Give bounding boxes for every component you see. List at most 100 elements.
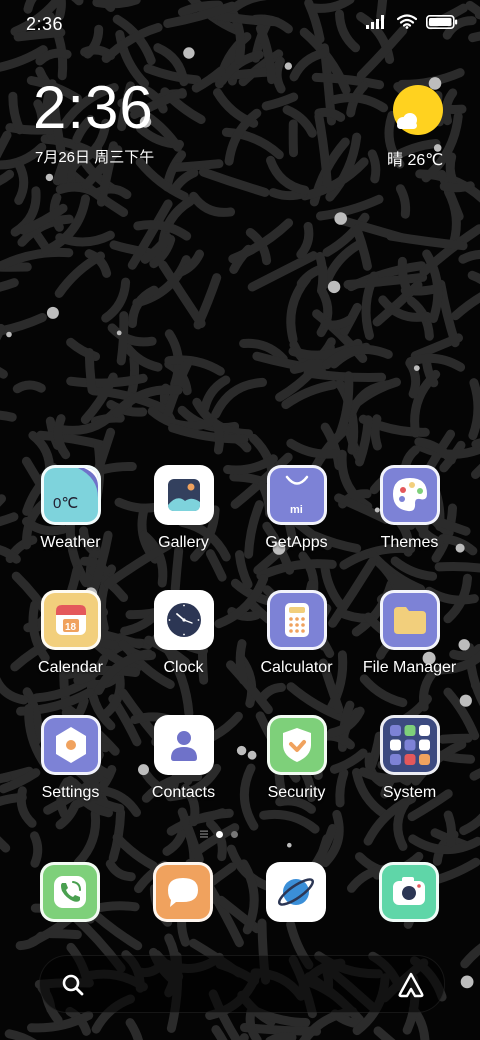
- wallpaper-squiggle: [30, 831, 43, 868]
- wallpaper-squiggle: [23, 0, 37, 14]
- app-label-gallery: Gallery: [158, 534, 209, 551]
- wallpaper-squiggle: [205, 549, 227, 582]
- search-icon[interactable]: [60, 972, 86, 998]
- wallpaper-squiggle: [451, 292, 480, 321]
- page-dot: [231, 830, 238, 838]
- app-label-file-manager: File Manager: [362, 659, 457, 676]
- contacts-icon: [153, 715, 214, 775]
- weather-sun-icon[interactable]: [392, 84, 444, 136]
- app-getapps[interactable]: mi GetApps: [240, 465, 353, 552]
- app-label-calculator: Calculator: [260, 659, 333, 676]
- clock-widget-time[interactable]: 2:36: [33, 72, 154, 144]
- wallpaper-squiggle: [315, 251, 328, 296]
- dock-camera[interactable]: [379, 862, 439, 922]
- wallpaper-squiggle: [335, 9, 361, 53]
- app-calculator[interactable]: Calculator: [240, 590, 353, 677]
- wallpaper-squiggle: [330, 93, 389, 113]
- wallpaper-squiggle: [45, 929, 82, 940]
- app-file-manager[interactable]: File Manager: [353, 590, 466, 677]
- wallpaper-squiggle: [359, 674, 408, 708]
- wallpaper-squiggle: [84, 348, 97, 395]
- calendar-icon-day: 18: [65, 622, 77, 633]
- wallpaper-dot: [287, 842, 292, 848]
- wallpaper-squiggle: [14, 160, 29, 205]
- app-weather[interactable]: 0℃ Weather: [14, 465, 127, 552]
- wallpaper-squiggle: [320, 315, 355, 330]
- browser-icon: [266, 862, 326, 922]
- wallpaper-squiggle: [169, 168, 199, 195]
- wallpaper-squiggle: [0, 278, 19, 292]
- wallpaper-squiggle: [235, 550, 253, 589]
- app-security[interactable]: Security: [240, 715, 353, 802]
- dock-messages[interactable]: [153, 862, 213, 922]
- wallpaper-dot: [45, 173, 54, 182]
- wallpaper-dot: [413, 365, 420, 371]
- wallpaper-squiggle: [460, 943, 480, 969]
- wallpaper-squiggle: [0, 247, 74, 270]
- wallpaper-squiggle: [170, 159, 224, 172]
- wallpaper-dot: [46, 306, 59, 319]
- wallpaper-squiggle: [12, 380, 46, 394]
- wallpaper-squiggle: [355, 415, 373, 467]
- phone-icon: [40, 862, 100, 922]
- wallpaper-squiggle: [229, 244, 253, 274]
- app-clock[interactable]: Clock: [127, 590, 240, 677]
- weather-icon: 0℃: [40, 465, 101, 525]
- wallpaper-squiggle: [468, 378, 480, 440]
- wallpaper-squiggle: [0, 367, 8, 379]
- page-indicator[interactable]: [200, 830, 238, 838]
- wallpaper-squiggle: [116, 311, 129, 366]
- page-dot-current: [216, 830, 223, 838]
- app-settings[interactable]: Settings: [14, 715, 127, 802]
- calculator-icon: [266, 590, 327, 650]
- wallpaper-squiggle: [189, 191, 236, 217]
- app-themes[interactable]: Themes: [353, 465, 466, 552]
- dock-browser[interactable]: [266, 862, 326, 922]
- themes-icon: [379, 465, 440, 525]
- wallpaper-squiggle: [393, 798, 411, 851]
- wallpaper-squiggle: [143, 64, 202, 85]
- wallpaper-squiggle: [258, 682, 286, 703]
- wallpaper-squiggle: [112, 833, 158, 871]
- wallpaper-squiggle: [296, 221, 314, 259]
- wallpaper-squiggle: [395, 184, 411, 219]
- app-calendar[interactable]: 18 Calendar: [14, 590, 127, 677]
- wallpaper-dot: [284, 62, 292, 70]
- wallpaper-squiggle: [259, 809, 320, 834]
- wallpaper-squiggle: [469, 768, 480, 781]
- wallpaper-squiggle: [0, 169, 15, 186]
- wallpaper-squiggle: [8, 91, 25, 135]
- battery-icon: [426, 14, 458, 29]
- status-bar-icons: [366, 14, 458, 29]
- wallpaper-dot: [334, 212, 348, 225]
- wallpaper-squiggle: [361, 271, 379, 341]
- wallpaper-squiggle: [15, 931, 46, 951]
- wifi-icon: [397, 14, 417, 29]
- wallpaper-squiggle: [261, 92, 299, 111]
- gallery-icon: [153, 465, 214, 525]
- app-label-contacts: Contacts: [151, 784, 216, 801]
- wallpaper-squiggle: [127, 285, 159, 329]
- app-contacts[interactable]: Contacts: [127, 715, 240, 802]
- wallpaper-squiggle: [434, 561, 480, 573]
- wallpaper-squiggle: [199, 167, 270, 197]
- wallpaper-squiggle: [266, 155, 310, 195]
- wallpaper-dot: [327, 280, 341, 294]
- wallpaper-dot: [6, 331, 12, 338]
- app-label-getapps: GetApps: [265, 534, 328, 551]
- getapps-icon-mark: mi: [290, 504, 303, 516]
- wallpaper-squiggle: [272, 56, 286, 94]
- dock-phone[interactable]: [40, 862, 100, 922]
- weather-icon-temp: 0℃: [53, 495, 78, 512]
- wallpaper-squiggle: [309, 0, 355, 13]
- search-bar[interactable]: [39, 955, 445, 1013]
- app-label-weather: Weather: [40, 534, 101, 551]
- messages-icon: [153, 862, 213, 922]
- settings-icon: [40, 715, 101, 775]
- wallpaper-squiggle: [445, 152, 458, 185]
- assistant-icon[interactable]: [396, 970, 426, 1000]
- app-system-folder[interactable]: System: [353, 715, 466, 802]
- app-gallery[interactable]: Gallery: [127, 465, 240, 552]
- wallpaper-dot: [116, 330, 122, 336]
- wallpaper-squiggle: [468, 31, 480, 43]
